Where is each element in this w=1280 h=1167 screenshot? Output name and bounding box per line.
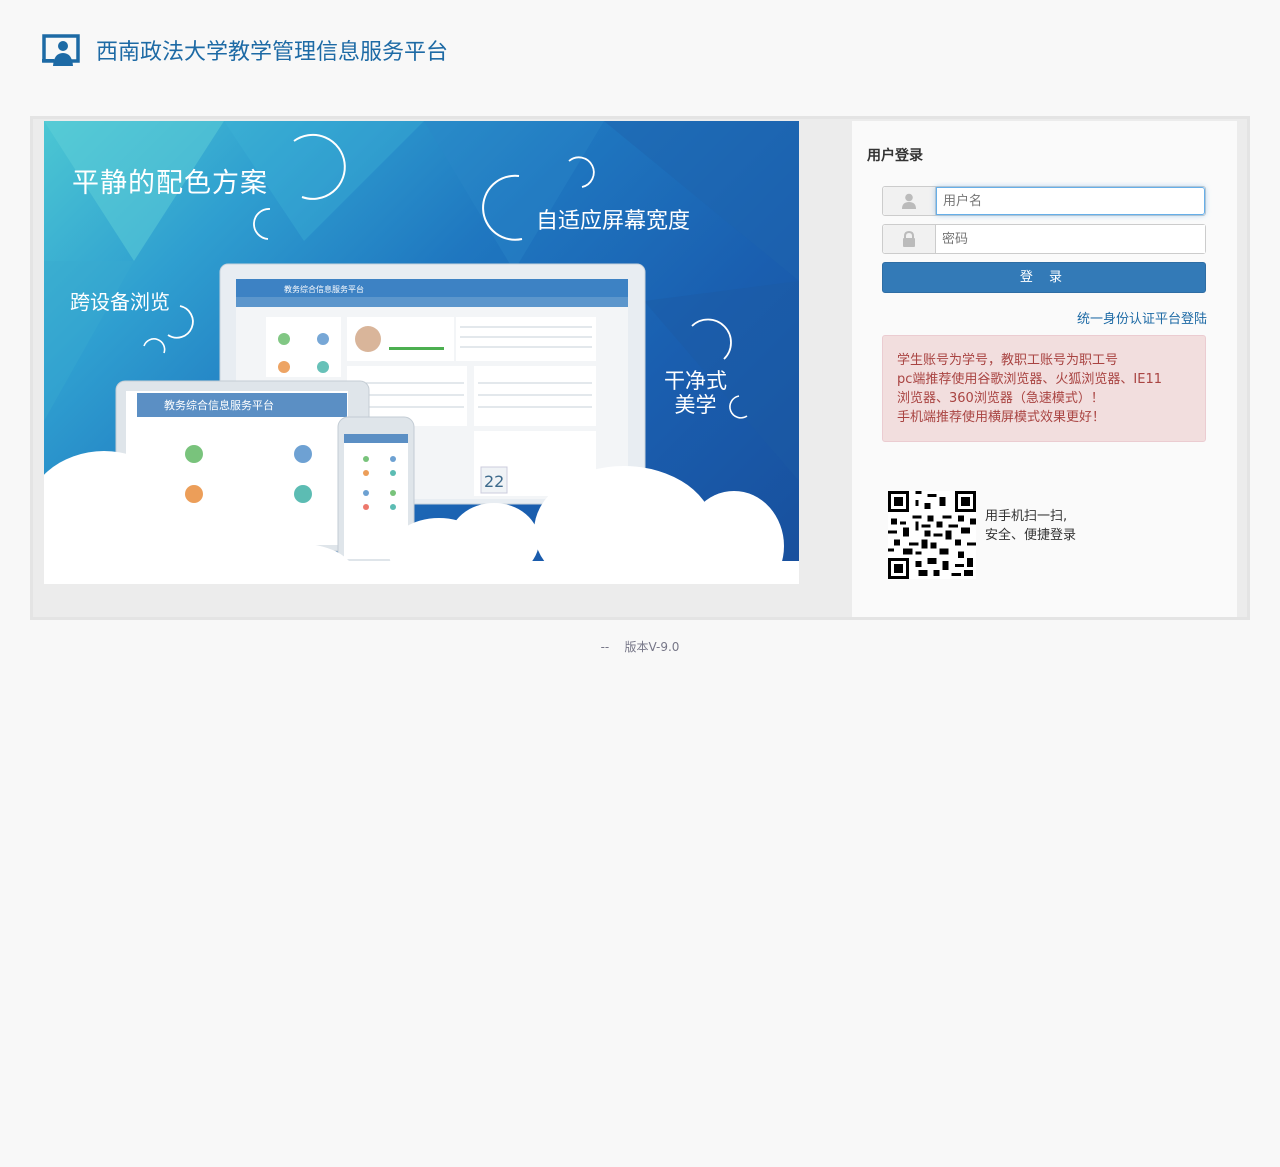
banner-slogan-clean-line1: 干净式 (664, 369, 727, 393)
login-title: 用户登录 (867, 148, 923, 164)
header: 西南政法大学教学管理信息服务平台 (42, 30, 448, 70)
version-footer: -- 版本V-9.0 (600, 640, 680, 654)
notice-line-1: 学生账号为学号，教职工账号为职工号 (897, 353, 1119, 368)
banner-slogan-clean: 干净式 美学 (664, 369, 727, 417)
notice-line-3: 浏览器、360浏览器（急速模式）！ (897, 391, 1104, 406)
banner-slogan-responsive: 自适应屏幕宽度 (536, 209, 691, 234)
presentation-user-icon (42, 33, 80, 67)
qr-caption: 用手机扫一扫, 安全、便捷登录 (985, 507, 1076, 545)
main-panel: 22 教务综合信息服务平台 教务综合信息服务平台 平静的配色方案 自适应屏幕宽度… (30, 116, 1250, 620)
banner-slogan-color: 平静的配色方案 (72, 168, 268, 199)
user-icon (883, 187, 936, 215)
password-field (882, 224, 1206, 254)
tablet-screen-title: 教务综合信息服务平台 (164, 398, 274, 412)
calendar-day: 22 (484, 472, 504, 491)
site-title: 西南政法大学教学管理信息服务平台 (96, 40, 449, 65)
password-input[interactable] (936, 225, 1205, 253)
notice-line-2: pc端推荐使用谷歌浏览器、火狐浏览器、IE11 (897, 372, 1162, 387)
qr-caption-line2: 安全、便捷登录 (985, 528, 1077, 543)
desktop-screen-title: 教务综合信息服务平台 (284, 284, 364, 294)
qr-caption-line1: 用手机扫一扫, (985, 509, 1068, 524)
login-notice: 学生账号为学号，教职工账号为职工号 pc端推荐使用谷歌浏览器、火狐浏览器、IE1… (882, 335, 1206, 442)
qr-code-icon (888, 491, 976, 579)
login-box: 用户登录 登 录 统一身份认证平台登陆 学生账号为学号，教职工账号为职工号 pc… (852, 121, 1237, 617)
banner-slogan-clean-line2: 美学 (674, 393, 717, 417)
notice-line-4: 手机端推荐使用横屏模式效果更好！ (897, 410, 1106, 425)
username-field (882, 186, 1206, 216)
login-button[interactable]: 登 录 (882, 262, 1206, 293)
banner-slogan-devices: 跨设备浏览 (70, 290, 170, 314)
sso-login-link[interactable]: 统一身份认证平台登陆 (1077, 308, 1207, 327)
lock-icon (883, 225, 936, 253)
promo-banner: 22 教务综合信息服务平台 教务综合信息服务平台 平静的配色方案 自适应屏幕宽度… (44, 121, 799, 584)
username-input[interactable] (936, 187, 1205, 215)
